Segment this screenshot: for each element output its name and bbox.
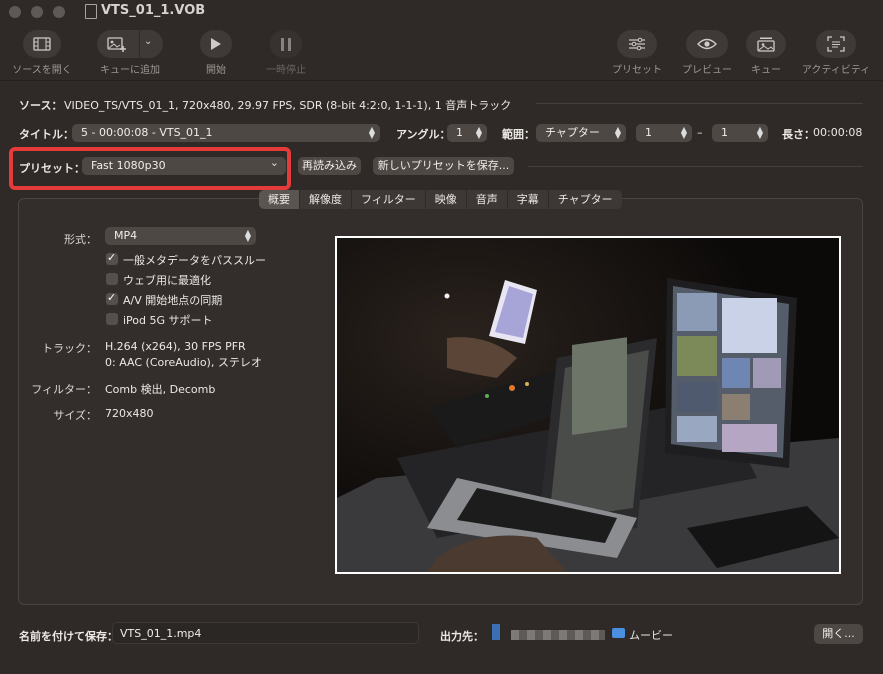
document-icon [85, 4, 97, 19]
passthru-metadata-label: 一般メタデータをパススルー [123, 254, 266, 267]
tab-chapters[interactable]: チャプター [549, 190, 622, 209]
pause-button[interactable] [270, 30, 302, 58]
up-down-icon: ▲ ▼ [680, 125, 687, 140]
presets-label: プリセット [612, 65, 662, 76]
up-down-icon: ▲ ▼ [614, 125, 621, 140]
zoom-window-button[interactable] [53, 6, 65, 18]
title-select[interactable]: 5 - 00:00:08 - VTS_01_1 ▲ ▼ [72, 124, 380, 142]
tab-bar: 概要 解像度 フィルター 映像 音声 字幕 チャプター [259, 190, 622, 209]
photos-stack-icon [757, 37, 775, 52]
source-label: ソース： [19, 99, 63, 112]
play-icon [211, 38, 221, 50]
minimize-window-button[interactable] [31, 6, 43, 18]
av-sync-label: A/V 開始地点の同期 [123, 294, 223, 307]
up-down-icon: ▲ ▼ [244, 228, 251, 243]
filters-label: フィルター： [31, 383, 97, 396]
up-down-icon: ▲ ▼ [475, 125, 482, 140]
angle-label: アングル： [396, 128, 451, 141]
tab-video[interactable]: 映像 [426, 190, 467, 209]
reload-preset-button[interactable]: 再読み込み [298, 157, 361, 175]
range-end-select[interactable]: 1 ▲ ▼ [712, 124, 768, 142]
highlight-box [9, 147, 291, 190]
activity-button[interactable] [816, 30, 856, 58]
range-start-value: 1 [645, 126, 652, 139]
ipod-support-checkbox[interactable] [106, 313, 118, 325]
range-end-value: 1 [721, 126, 728, 139]
tab-filters[interactable]: フィルター [352, 190, 426, 209]
preview-label: プレビュー [682, 65, 732, 76]
save-new-preset-button[interactable]: 新しいプリセットを保存... [373, 157, 514, 175]
web-optimized-checkbox[interactable] [106, 273, 118, 285]
preview-scene [337, 238, 839, 572]
av-sync-checkbox[interactable] [106, 291, 118, 305]
film-icon [33, 37, 51, 51]
tracks-video: H.264 (x264), 30 FPS PFR [105, 340, 246, 353]
destination-path-redacted [492, 624, 500, 640]
close-window-button[interactable] [9, 6, 21, 18]
save-as-value: VTS_01_1.mp4 [120, 627, 202, 640]
web-optimized-label: ウェブ用に最適化 [123, 274, 211, 287]
preview-button[interactable] [686, 30, 728, 58]
angle-select-value: 1 [456, 126, 463, 139]
open-source-label: ソースを開く [12, 65, 72, 76]
filters-value: Comb 検出, Decomb [105, 383, 216, 396]
add-image-icon [107, 37, 126, 52]
chevron-down-icon[interactable]: ⌄ [144, 36, 152, 47]
duration-label: 長さ： [782, 128, 815, 141]
start-label: 開始 [206, 65, 226, 76]
tab-subtitles[interactable]: 字幕 [508, 190, 549, 209]
presets-button[interactable] [617, 30, 657, 58]
pause-icon [281, 37, 291, 51]
folder-icon [612, 628, 625, 638]
duration-value: 00:00:08 [813, 126, 863, 139]
destination-path-redacted [511, 630, 605, 640]
tracks-audio: 0: AAC (CoreAudio), ステレオ [105, 356, 262, 369]
range-start-select[interactable]: 1 ▲ ▼ [636, 124, 692, 142]
range-dash: – [697, 126, 703, 139]
preview-image [335, 236, 841, 574]
up-down-icon: ▲ ▼ [368, 125, 375, 140]
format-select[interactable]: MP4 ▲ ▼ [105, 227, 256, 245]
tab-audio[interactable]: 音声 [467, 190, 508, 209]
tracks-label: トラック： [42, 342, 97, 355]
eye-icon [697, 38, 717, 50]
pause-label: 一時停止 [266, 65, 306, 76]
window-title: VTS_01_1.VOB [101, 3, 206, 18]
size-label: サイズ： [53, 409, 97, 422]
passthru-metadata-checkbox[interactable] [106, 251, 118, 265]
format-label: 形式： [64, 233, 97, 246]
queue-label: キュー [751, 65, 781, 76]
destination-label: 出力先： [440, 630, 484, 643]
start-button[interactable] [200, 30, 232, 58]
source-info: VIDEO_TS/VTS_01_1, 720x480, 29.97 FPS, S… [64, 99, 512, 112]
range-type-select[interactable]: チャプター ▲ ▼ [536, 124, 626, 142]
browse-button[interactable]: 開く... [814, 624, 863, 644]
activity-log-icon [827, 36, 845, 52]
ipod-support-label: iPod 5G サポート [123, 314, 213, 327]
angle-select[interactable]: 1 ▲ ▼ [447, 124, 487, 142]
size-value: 720x480 [105, 407, 154, 420]
sliders-icon [629, 37, 645, 51]
range-label: 範囲： [502, 128, 535, 141]
format-select-value: MP4 [114, 229, 138, 242]
destination-folder[interactable]: ムービー [629, 627, 673, 643]
tab-dimensions[interactable]: 解像度 [300, 190, 352, 209]
save-as-field[interactable]: VTS_01_1.mp4 [112, 622, 419, 644]
add-to-queue-label: キューに追加 [100, 65, 160, 76]
title-select-value: 5 - 00:00:08 - VTS_01_1 [81, 126, 213, 139]
add-to-queue-button[interactable]: ⌄ [97, 30, 163, 58]
queue-button[interactable] [746, 30, 786, 58]
tab-summary[interactable]: 概要 [259, 190, 300, 209]
up-down-icon: ▲ ▼ [756, 125, 763, 140]
title-label: タイトル： [19, 128, 74, 141]
activity-label: アクティビティ [801, 65, 871, 76]
open-source-button[interactable] [23, 30, 61, 58]
save-as-label: 名前を付けて保存： [19, 630, 118, 643]
range-type-value: チャプター [545, 126, 600, 139]
